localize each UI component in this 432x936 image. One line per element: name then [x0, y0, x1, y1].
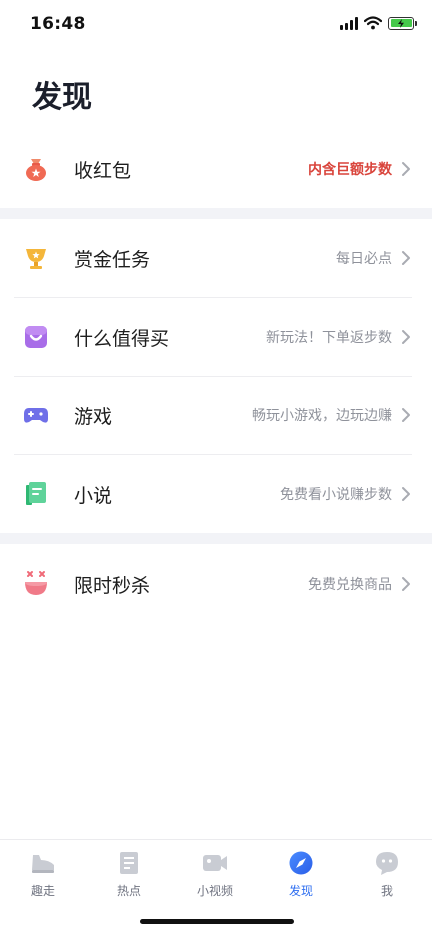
compass-icon [287, 850, 315, 876]
tab-label: 热点 [116, 884, 141, 898]
row-subtitle: 新玩法！下单返步数 [266, 330, 392, 346]
home-indicator [140, 919, 294, 924]
chat-bubble-icon [373, 850, 401, 876]
tab-discover[interactable]: 发现 [258, 850, 344, 899]
row-novels[interactable]: 小说 免费看小说赚步数 [0, 455, 432, 533]
battery-icon [388, 16, 417, 30]
video-camera-icon [201, 850, 229, 876]
row-label: 赏金任务 [74, 248, 151, 271]
red-envelope-icon [22, 155, 50, 183]
row-label: 限时秒杀 [74, 574, 151, 597]
row-flash-sale[interactable]: 限时秒杀 免费兑换商品 [0, 545, 432, 623]
gamepad-icon [22, 401, 50, 429]
tab-label: 发现 [288, 884, 313, 898]
cellular-signal-icon [340, 16, 358, 30]
shopping-bag-icon [22, 323, 50, 351]
tab-label: 我 [380, 884, 393, 898]
chevron-right-icon [402, 162, 410, 176]
row-subtitle: 免费看小说赚步数 [280, 487, 392, 503]
section-separator [0, 533, 432, 544]
battery-fill [390, 19, 412, 28]
row-bounty-tasks[interactable]: 赏金任务 每日必点 [0, 219, 432, 297]
tab-qu-zou[interactable]: 趣走 [0, 850, 86, 899]
row-label: 游戏 [74, 405, 113, 428]
tab-short-video[interactable]: 小视频 [172, 850, 258, 899]
chevron-right-icon [402, 577, 410, 591]
row-label: 什么值得买 [74, 327, 170, 350]
news-icon [115, 850, 143, 876]
page-title: 发现 [32, 80, 92, 115]
row-subtitle: 每日必点 [336, 251, 392, 267]
tab-label: 小视频 [196, 884, 233, 898]
chevron-right-icon [402, 251, 410, 265]
shoe-icon [29, 850, 57, 876]
row-games[interactable]: 游戏 畅玩小游戏，边玩边赚 [0, 376, 432, 454]
section-separator [0, 208, 432, 219]
row-label: 小说 [74, 484, 113, 507]
tab-label: 趣走 [30, 884, 55, 898]
flash-sale-icon [22, 570, 50, 598]
book-icon [22, 480, 50, 508]
status-time: 16:48 [30, 14, 86, 34]
row-subtitle: 免费兑换商品 [308, 577, 392, 593]
wifi-icon [364, 16, 382, 30]
chevron-right-icon [402, 408, 410, 422]
row-label: 收红包 [74, 159, 132, 182]
status-icons [340, 16, 417, 30]
trophy-icon [22, 244, 50, 272]
status-bar: 16:48 [0, 0, 432, 52]
tab-me[interactable]: 我 [344, 850, 430, 899]
chevron-right-icon [402, 330, 410, 344]
row-subtitle: 内含巨额步数 [308, 162, 392, 178]
row-red-envelope[interactable]: 收红包 内含巨额步数 [0, 130, 432, 208]
row-worth-buying[interactable]: 什么值得买 新玩法！下单返步数 [0, 298, 432, 376]
row-subtitle: 畅玩小游戏，边玩边赚 [252, 408, 392, 424]
tab-hot[interactable]: 热点 [86, 850, 172, 899]
chevron-right-icon [402, 487, 410, 501]
